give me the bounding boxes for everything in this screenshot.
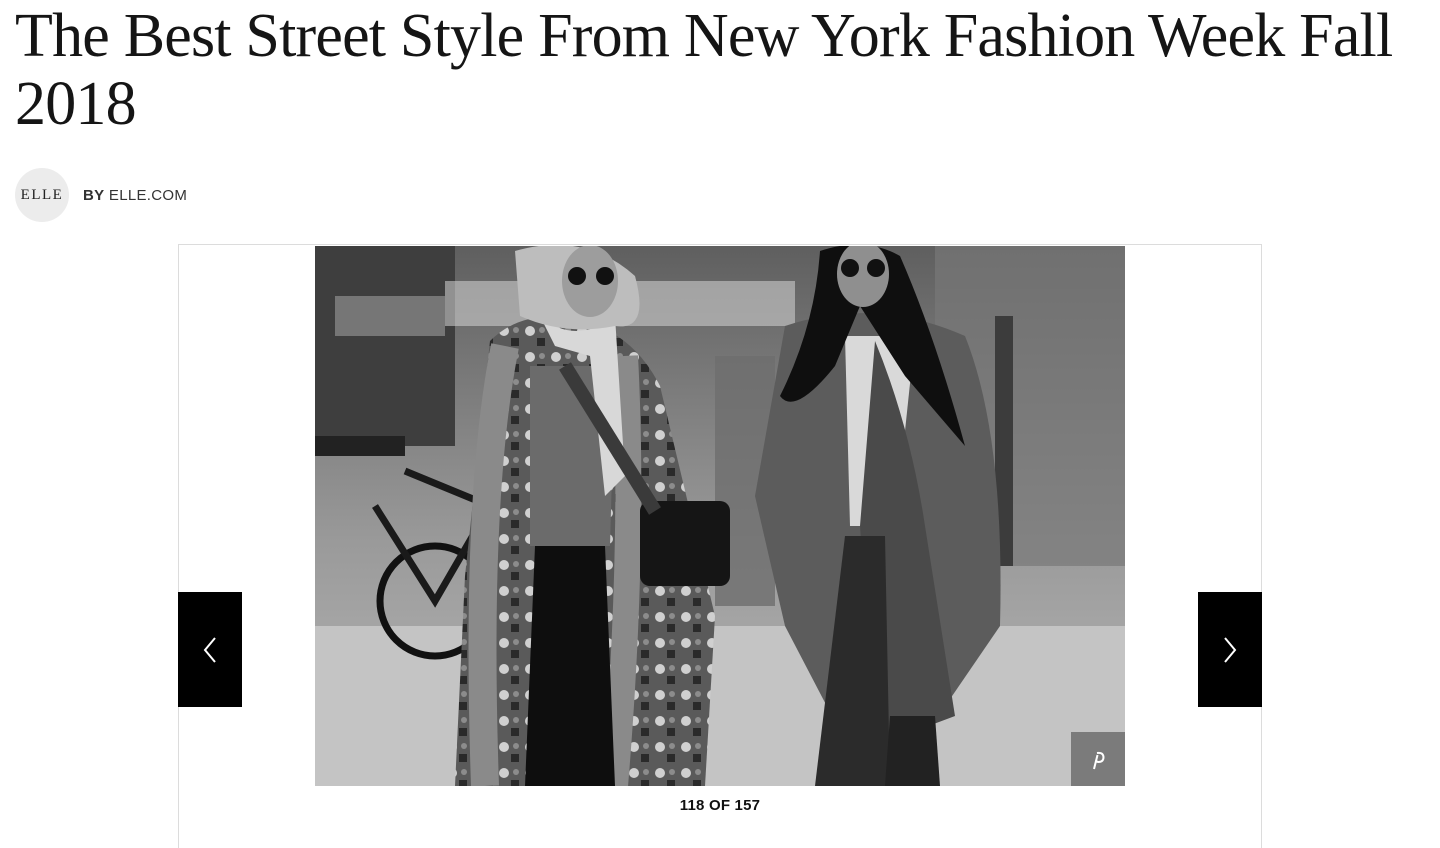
- pinterest-icon: [1093, 751, 1105, 770]
- page-title: The Best Street Style From New York Fash…: [15, 2, 1393, 138]
- slide-photo[interactable]: [315, 246, 1125, 786]
- byline-text: BY ELLE.COM: [83, 187, 187, 204]
- elle-logo-avatar[interactable]: ELLE: [15, 168, 69, 222]
- byline: ELLE BY ELLE.COM: [15, 168, 187, 222]
- next-slide-button[interactable]: [1198, 592, 1262, 707]
- byline-by: BY: [83, 186, 105, 204]
- slide-counter: 118 OF 157: [679, 797, 761, 814]
- slideshow: 118 OF 157: [178, 244, 1262, 848]
- pinterest-share-button[interactable]: [1071, 732, 1125, 786]
- byline-author[interactable]: ELLE.COM: [109, 187, 187, 204]
- chevron-left-icon: [203, 636, 216, 663]
- street-style-photo: [315, 246, 1125, 786]
- previous-slide-button[interactable]: [178, 592, 242, 707]
- chevron-right-icon: [1224, 636, 1237, 663]
